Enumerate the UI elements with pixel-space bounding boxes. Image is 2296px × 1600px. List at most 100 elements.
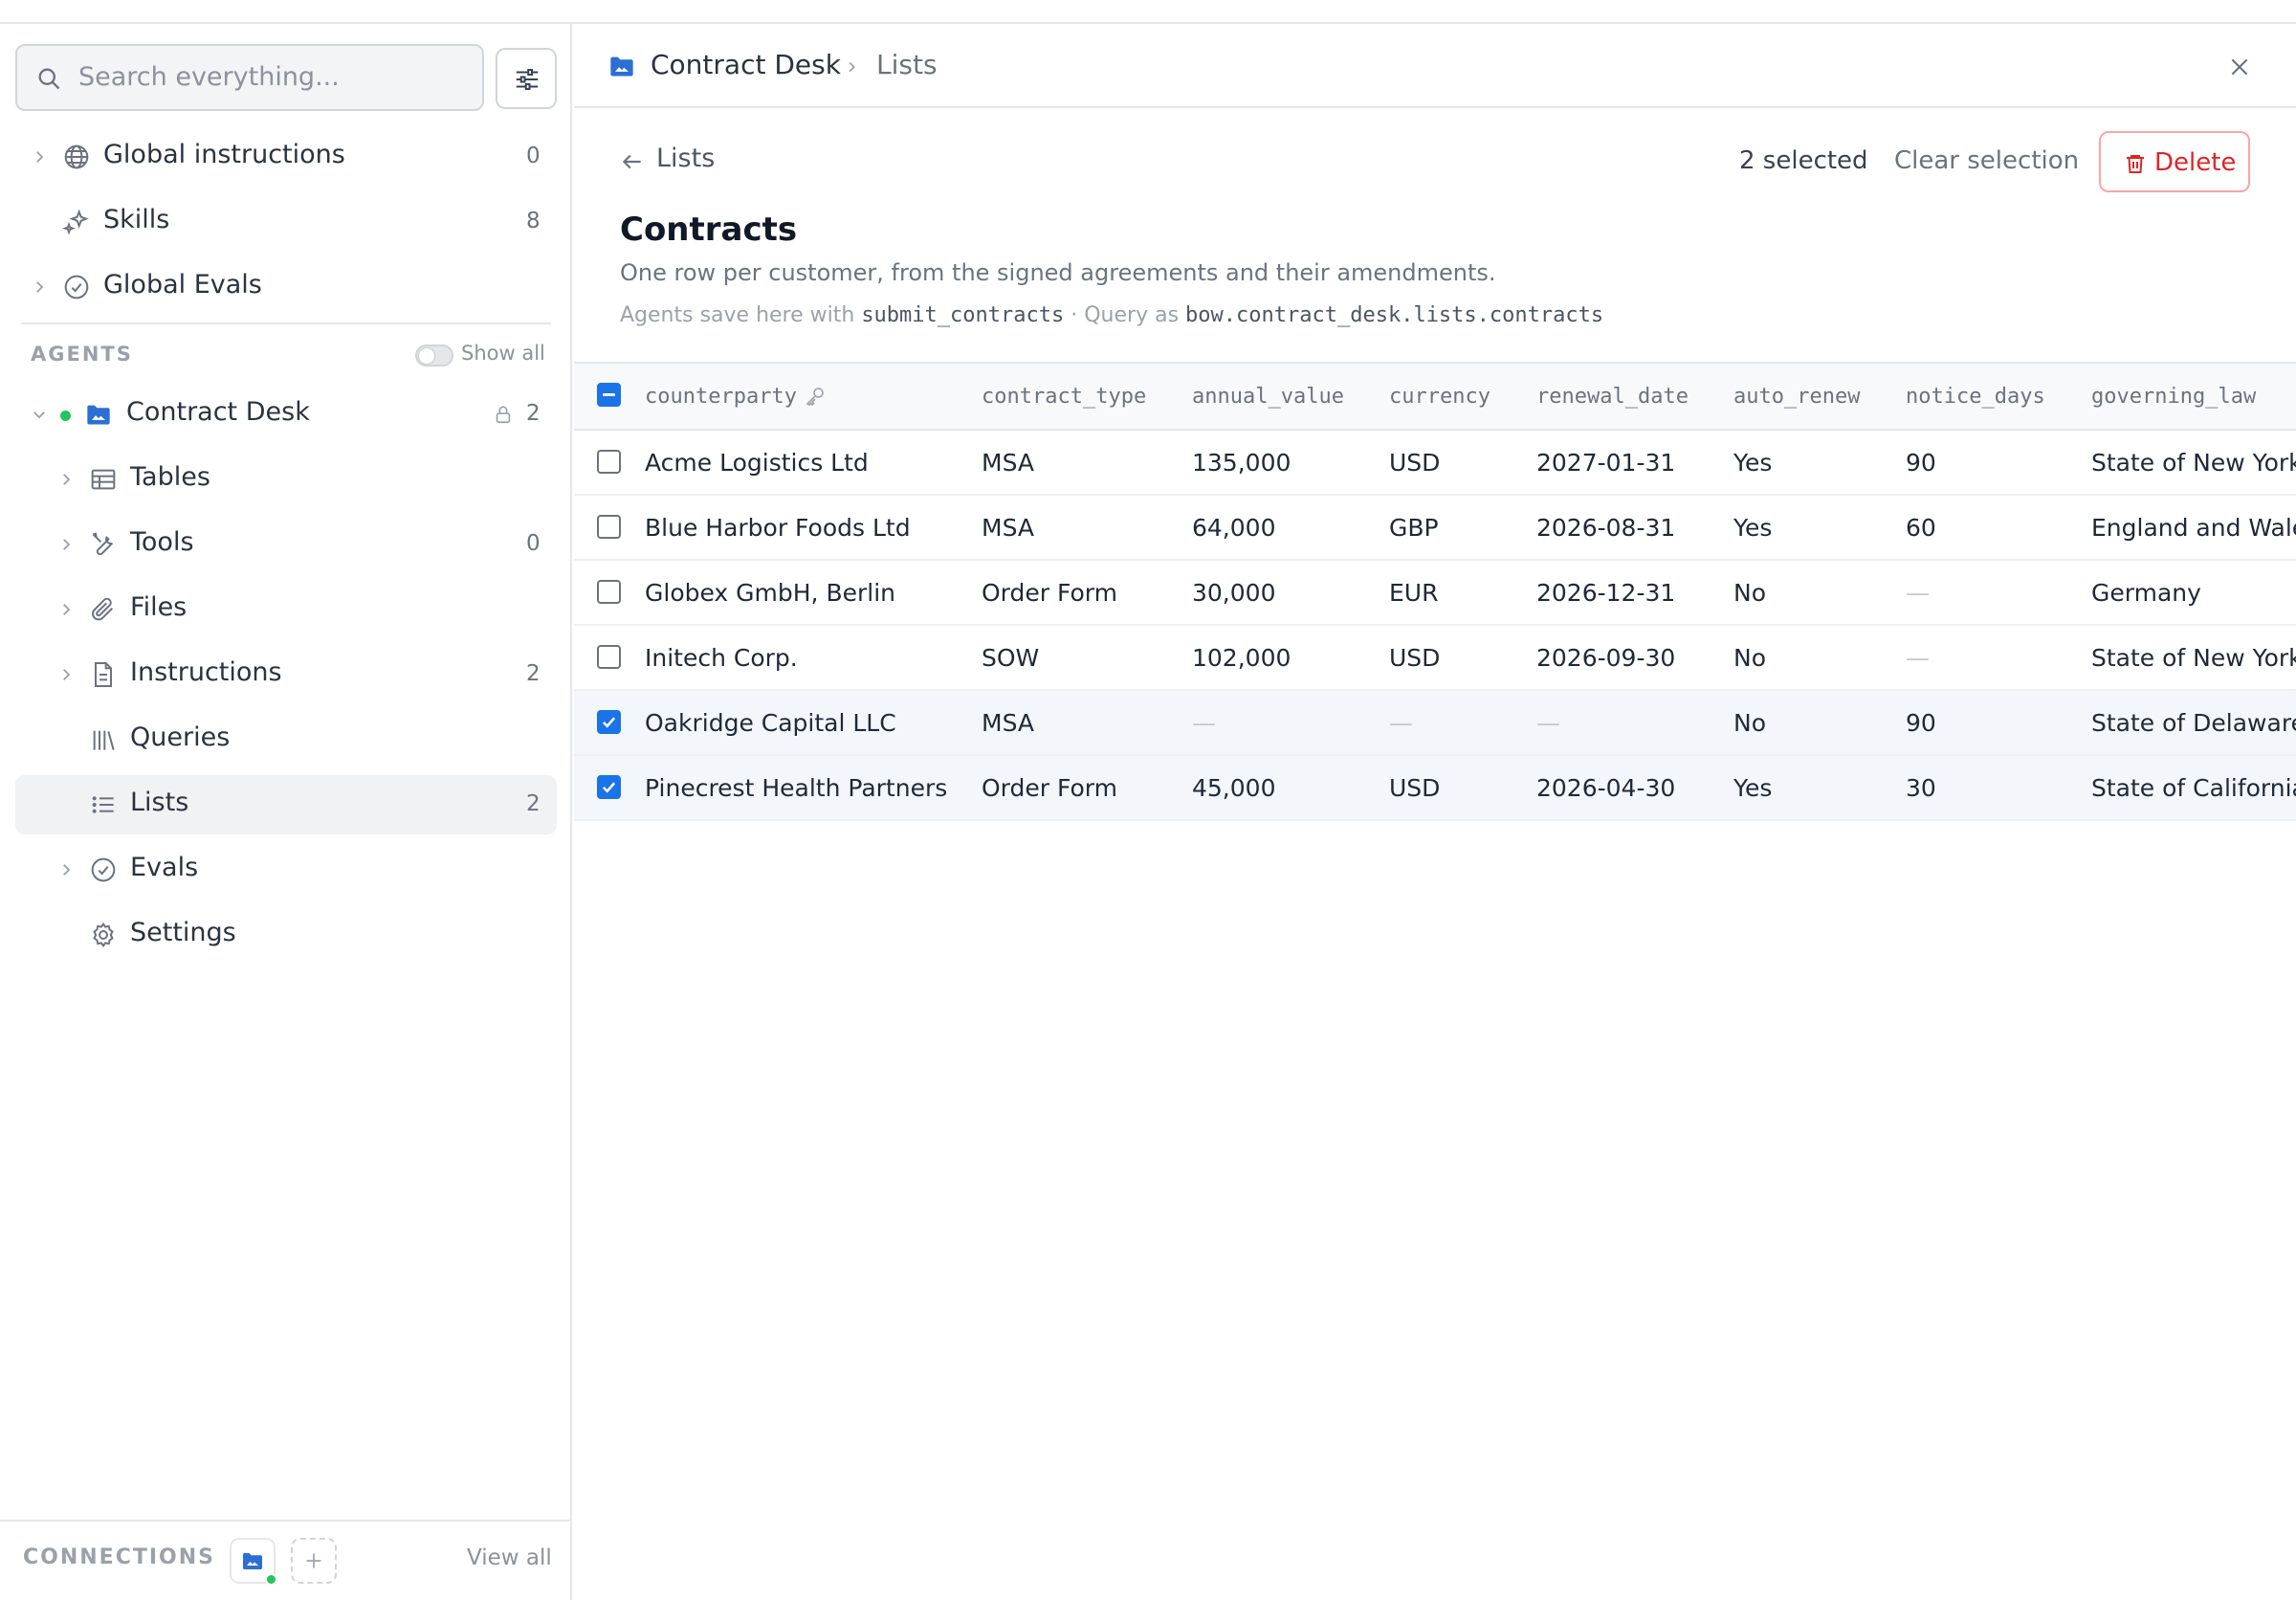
- cell-counterparty: Blue Harbor Foods Ltd: [645, 514, 911, 542]
- library-icon: [93, 730, 115, 750]
- close-icon[interactable]: [2227, 55, 2252, 79]
- column-header-contract-type[interactable]: contract_type: [982, 385, 1146, 409]
- chevron-down-icon: [33, 411, 45, 419]
- table-row[interactable]: Oakridge Capital LLC MSA — — — No 90 State of D…: [574, 691, 2296, 756]
- cell-counterparty: Initech Corp.: [645, 644, 798, 672]
- connection-contract-desk[interactable]: [230, 1538, 277, 1586]
- cell-auto-renew: Yes: [1733, 449, 1773, 477]
- cell-notice-days: 90: [1906, 709, 1936, 737]
- cell-contract-type: Order Form: [982, 579, 1117, 607]
- agent-name: Contract Desk: [126, 397, 310, 427]
- filter-button[interactable]: [496, 48, 557, 109]
- cell-governing-law: State of California: [2091, 774, 2296, 802]
- check-circle-icon: [91, 857, 116, 882]
- sidebar-divider: [21, 322, 551, 324]
- table-row[interactable]: Acme Logistics Ltd MSA 135,000 USD 2027-01-3…: [574, 431, 2296, 496]
- folder-image-icon: [610, 56, 633, 77]
- clear-selection-button[interactable]: Clear selection: [1894, 146, 2079, 175]
- add-connection-button[interactable]: [291, 1538, 337, 1584]
- cell-notice-days: 60: [1906, 514, 1936, 542]
- breadcrumb: Contract Desk Lists: [574, 24, 2296, 108]
- window-top-bar: [0, 0, 2296, 24]
- cell-renewal-date: 2026-09-30: [1536, 644, 1676, 672]
- checkmark-icon: [602, 717, 616, 728]
- sidebar-item-count: 0: [526, 531, 541, 556]
- row-checkbox[interactable]: [597, 580, 621, 604]
- sidebar-item-label: Global instructions: [103, 140, 345, 169]
- column-header-counterparty[interactable]: counterparty: [645, 385, 797, 409]
- row-checkbox[interactable]: [597, 645, 621, 669]
- table-row[interactable]: Pinecrest Health Partners Order Form 45,00…: [574, 756, 2296, 821]
- cell-auto-renew: Yes: [1733, 514, 1773, 542]
- document-icon: [95, 662, 112, 687]
- sidebar-item-skills[interactable]: Skills 8: [15, 192, 557, 252]
- agent-status-dot: [60, 411, 71, 421]
- column-header-currency[interactable]: currency: [1389, 385, 1490, 409]
- row-checkbox[interactable]: [597, 515, 621, 539]
- table-icon: [91, 469, 116, 490]
- sliders-icon: [516, 69, 539, 90]
- cell-renewal-date: 2026-12-31: [1536, 579, 1676, 607]
- column-header-governing-law[interactable]: governing_law: [2091, 385, 2256, 409]
- cell-renewal-date: 2026-04-30: [1536, 774, 1676, 802]
- breadcrumb-app[interactable]: Contract Desk: [651, 49, 841, 80]
- delete-label: Delete: [2154, 148, 2237, 177]
- agent-contract-desk[interactable]: Contract Desk 2: [15, 385, 557, 444]
- cell-notice-days: —: [1906, 579, 1930, 607]
- cell-notice-days: 90: [1906, 449, 1936, 477]
- cell-governing-law: State of New York: [2091, 449, 2296, 477]
- row-checkbox[interactable]: [597, 450, 621, 474]
- sidebar-item-evals[interactable]: Evals: [15, 840, 557, 900]
- sidebar-item-global-instructions[interactable]: Global instructions 0: [15, 127, 557, 187]
- cell-annual-value: 64,000: [1192, 514, 1276, 542]
- row-checkbox[interactable]: [597, 775, 621, 799]
- sidebar-item-instructions[interactable]: Instructions 2: [15, 645, 557, 704]
- chevron-right-icon: [36, 281, 44, 293]
- cell-auto-renew: No: [1733, 644, 1766, 672]
- column-header-annual-value[interactable]: annual_value: [1192, 385, 1344, 409]
- search-input[interactable]: Search everything...: [15, 44, 484, 111]
- lock-icon: [496, 406, 511, 424]
- check-circle-icon: [64, 275, 89, 300]
- sidebar: Search everything... Global instructions…: [0, 24, 572, 1600]
- chevron-right-icon: [63, 539, 71, 550]
- sidebar-item-tables[interactable]: Tables: [15, 450, 557, 509]
- chevron-right-icon: [63, 864, 71, 876]
- query-prefix: Query as: [1084, 303, 1180, 327]
- breadcrumb-page: Lists: [876, 49, 938, 80]
- globe-icon: [64, 144, 89, 169]
- sidebar-item-files[interactable]: Files: [15, 580, 557, 639]
- selection-count: 2 selected: [1739, 146, 1868, 175]
- cell-annual-value: 135,000: [1192, 449, 1292, 477]
- sidebar-item-tools[interactable]: Tools 0: [15, 515, 557, 574]
- meta-separator: ·: [1071, 303, 1078, 327]
- cell-counterparty: Globex GmbH, Berlin: [645, 579, 895, 607]
- cell-annual-value: 45,000: [1192, 774, 1276, 802]
- gear-icon: [93, 922, 114, 948]
- column-header-notice-days[interactable]: notice_days: [1906, 385, 2045, 409]
- view-all-link[interactable]: View all: [467, 1545, 552, 1570]
- column-header-renewal-date[interactable]: renewal_date: [1536, 385, 1689, 409]
- column-header-auto-renew[interactable]: auto_renew: [1733, 385, 1860, 409]
- show-all-toggle[interactable]: [415, 344, 453, 367]
- list-icon: [92, 796, 114, 813]
- cell-currency: USD: [1389, 449, 1441, 477]
- sidebar-item-label: Tables: [130, 462, 210, 492]
- cell-annual-value: 30,000: [1192, 579, 1276, 607]
- delete-button[interactable]: Delete: [2099, 131, 2250, 192]
- table-row[interactable]: Globex GmbH, Berlin Order Form 30,000 EUR 20…: [574, 561, 2296, 626]
- table-header: counterparty contract_type annual_value …: [574, 362, 2296, 431]
- row-checkbox[interactable]: [597, 710, 621, 734]
- query-path: bow.contract_desk.lists.contracts: [1185, 303, 1604, 327]
- sidebar-item-settings[interactable]: Settings: [15, 905, 557, 965]
- table-row[interactable]: Blue Harbor Foods Ltd MSA 64,000 GBP 2026-08…: [574, 496, 2296, 561]
- table-row[interactable]: Initech Corp. SOW 102,000 USD 2026-09-30 No — S…: [574, 626, 2296, 691]
- sidebar-item-global-evals[interactable]: Global Evals: [15, 257, 557, 317]
- select-all-checkbox[interactable]: [597, 383, 621, 407]
- cell-contract-type: MSA: [982, 514, 1035, 542]
- search-icon: [38, 68, 60, 90]
- sidebar-item-queries[interactable]: Queries: [15, 710, 557, 769]
- connections-bar: CONNECTIONS View all: [0, 1520, 570, 1600]
- chevron-right-icon: [63, 604, 71, 615]
- sidebar-item-lists[interactable]: Lists 2: [15, 775, 557, 834]
